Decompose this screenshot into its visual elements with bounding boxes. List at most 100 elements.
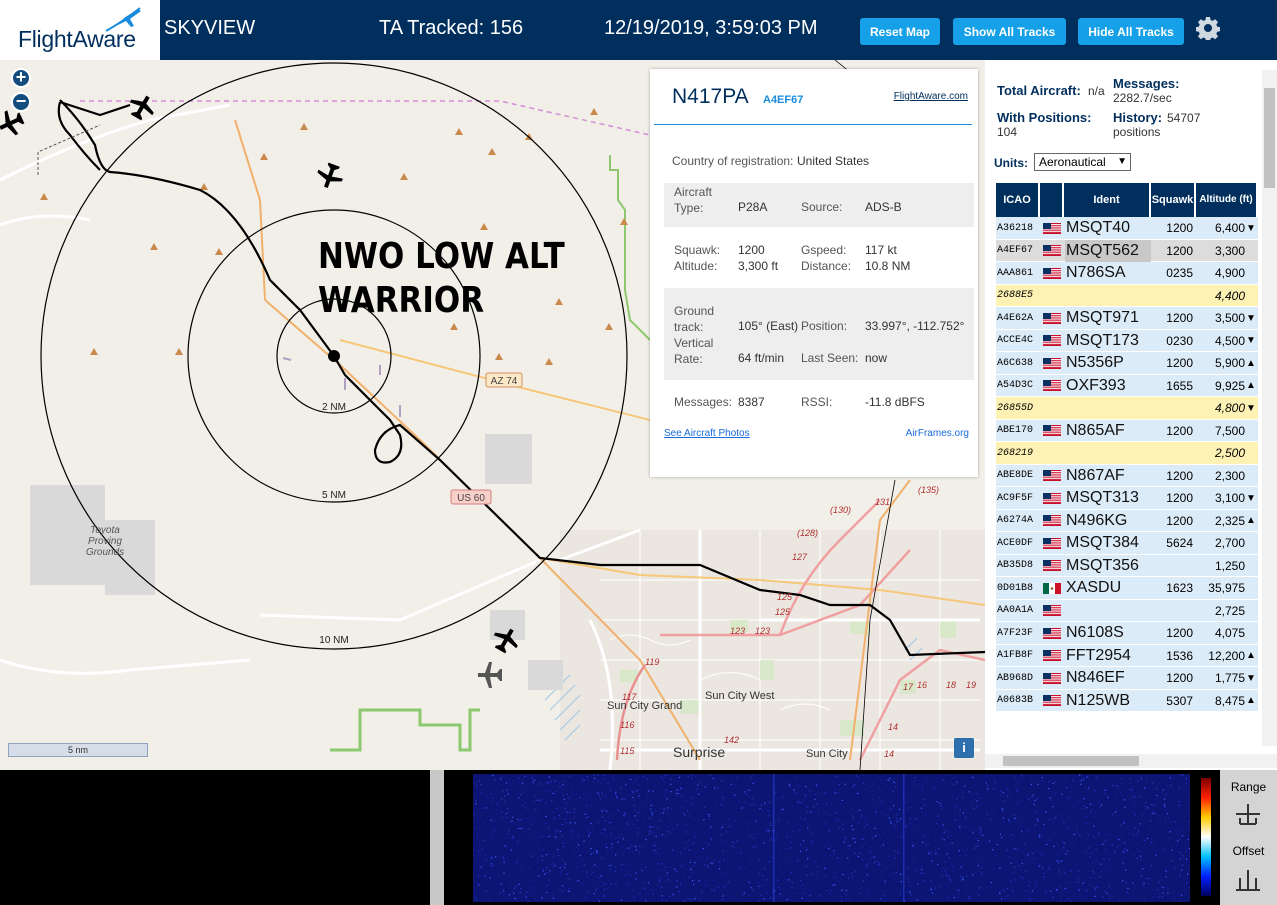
table-row[interactable]: A6C638 N5356P 1200 5,900 ▲ — [996, 352, 1258, 375]
gspeed-value: 117 kt — [865, 243, 897, 257]
cell-ident: N786SA — [1066, 264, 1126, 281]
col-header-altitude[interactable]: Altitude (ft) — [1196, 183, 1258, 217]
scrollbar-thumb[interactable] — [1003, 756, 1139, 766]
spectrum-waterfall-area: Range Offset — [0, 770, 1277, 905]
cell-squawk: 0230 — [1166, 333, 1193, 348]
panel-horizontal-scrollbar[interactable] — [985, 754, 1277, 768]
route-number: 117 — [622, 692, 637, 702]
col-header-icao[interactable]: ICAO — [996, 183, 1040, 217]
route-number: 127 — [792, 552, 808, 562]
cell-altitude: 2,725 — [1196, 600, 1258, 622]
range-slider-icon[interactable] — [1232, 800, 1264, 828]
table-row[interactable]: A54D3C OXF393 1655 9,925 ▲ — [996, 374, 1258, 397]
cell-ident: N6108S — [1066, 624, 1124, 641]
table-row[interactable]: A0683B N125WB 5307 8,475 ▲ — [996, 689, 1258, 712]
table-row[interactable]: AC9F5F MSQT313 1200 3,100 ▼ — [996, 487, 1258, 510]
cell-ident: FFT2954 — [1066, 646, 1131, 664]
col-header-ident[interactable]: Ident — [1064, 183, 1151, 217]
table-row[interactable]: 26855D 4,800 ▼ — [996, 397, 1258, 420]
show-all-tracks-button[interactable]: Show All Tracks — [953, 18, 1066, 45]
table-row[interactable]: A7F23F N6108S 1200 4,075 — [996, 622, 1258, 645]
table-row[interactable]: A4EF67 MSQT562 1200 3,300 — [996, 239, 1258, 262]
units-select[interactable]: Aeronautical ▼ — [1034, 153, 1131, 171]
altitude-value: 3,500 — [1214, 311, 1245, 325]
table-row[interactable]: 0D01B8 XASDU 1623 35,975 — [996, 577, 1258, 600]
table-row[interactable]: AA0A1A 2,725 — [996, 599, 1258, 622]
source-label: Source: — [801, 200, 843, 214]
info-icon[interactable]: i — [954, 738, 974, 758]
altitude-value: 2,725 — [1214, 603, 1245, 618]
col-header-squawk[interactable]: Squawk — [1151, 183, 1196, 217]
cell-ident: MSQT40 — [1066, 219, 1131, 236]
cell-altitude: 6,400 ▼ — [1196, 217, 1258, 239]
col-header-flag[interactable] — [1040, 183, 1064, 217]
cell-icao: A0683B — [997, 695, 1034, 706]
popup-registration: N417PA — [672, 85, 749, 108]
reset-map-button[interactable]: Reset Map — [860, 18, 940, 45]
table-row[interactable]: A4E62A MSQT971 1200 3,500 ▼ — [996, 307, 1258, 330]
distance-label: Distance: — [801, 259, 852, 273]
cell-icao: A36218 — [997, 222, 1034, 234]
cell-ident: N867AF — [1066, 466, 1125, 484]
route-number: 123 — [730, 626, 745, 636]
table-row[interactable]: A6274A N496KG 1200 2,325 ▲ — [996, 509, 1258, 532]
cell-altitude: 5,900 ▲ — [1196, 352, 1258, 374]
cell-ident: XASDU — [1066, 579, 1122, 596]
descending-arrow-icon: ▼ — [1246, 402, 1256, 414]
aircraft-list-panel: Total Aircraft: n/a Messages: 2282.7/sec… — [985, 60, 1277, 770]
panel-vertical-scrollbar[interactable] — [1262, 70, 1277, 746]
cell-icao: A6C638 — [997, 357, 1034, 369]
table-row[interactable]: ABE170 N865AF 1200 7,500 — [996, 419, 1258, 442]
messages-rate-label: Messages: — [1113, 76, 1180, 91]
table-row[interactable]: ACE0DF MSQT384 5624 2,700 — [996, 532, 1258, 555]
table-row[interactable]: AAA861 N786SA 0235 4,900 — [996, 262, 1258, 285]
cell-squawk: 1200 — [1166, 626, 1193, 640]
cell-icao: AA0A1A — [997, 605, 1034, 616]
cell-squawk: 1200 — [1166, 423, 1193, 438]
descending-arrow-icon: ▼ — [1246, 335, 1256, 346]
cell-icao: 268219 — [997, 447, 1034, 459]
scrollbar-thumb[interactable] — [1264, 88, 1275, 188]
altitude-value: 8,475 — [1214, 693, 1245, 708]
us-flag-icon — [1043, 695, 1061, 706]
waterfall-display[interactable] — [473, 774, 1190, 902]
table-row[interactable]: AB968D N846EF 1200 1,775 ▼ — [996, 667, 1258, 690]
route-number: 19 — [966, 680, 976, 690]
cell-squawk: 1200 — [1166, 513, 1193, 528]
cell-flag — [1041, 465, 1063, 487]
cell-squawk: 1655 — [1166, 378, 1193, 393]
flightaware-link[interactable]: FlightAware.com — [894, 91, 968, 102]
table-row[interactable]: ACCE4C MSQT173 0230 4,500 ▼ — [996, 329, 1258, 352]
zoom-in-button[interactable]: + — [11, 68, 31, 88]
offset-slider-icon[interactable] — [1232, 864, 1264, 894]
table-row[interactable]: A36218 MSQT40 1200 6,400 ▼ — [996, 217, 1258, 240]
range-label: Range — [1230, 780, 1267, 794]
altitude-value: 12,200 — [1208, 648, 1245, 663]
see-aircraft-photos-link[interactable]: See Aircraft Photos — [664, 428, 750, 439]
altitude-value: 3,300 — [1214, 243, 1245, 258]
hide-all-tracks-button[interactable]: Hide All Tracks — [1078, 18, 1184, 45]
cell-icao: ACCE4C — [997, 335, 1034, 346]
cell-ident: MSQT173 — [1066, 331, 1139, 349]
route-number: 142 — [724, 735, 739, 745]
history-label: History: — [1113, 110, 1163, 125]
cell-squawk — [1151, 555, 1196, 577]
table-row[interactable]: AB35D8 MSQT356 1,250 — [996, 554, 1258, 577]
cell-squawk — [1151, 442, 1196, 464]
altitude-value: 4,800 — [1214, 401, 1245, 415]
table-row[interactable]: 268219 2,500 — [996, 442, 1258, 465]
table-row[interactable]: 2688E5 4,400 — [996, 284, 1258, 307]
gear-icon[interactable] — [1196, 16, 1220, 40]
flightaware-logo[interactable]: FlightAware — [0, 0, 160, 60]
zoom-out-button[interactable]: − — [11, 92, 31, 112]
position-value: 33.997°, -112.752° — [865, 319, 965, 333]
waterfall-controls: Range Offset — [1220, 770, 1277, 905]
source-value: ADS-B — [865, 200, 902, 214]
table-row[interactable]: ABE8DE N867AF 1200 2,300 — [996, 464, 1258, 487]
climbing-arrow-icon: ▲ — [1246, 650, 1256, 661]
cell-icao: ABE170 — [997, 425, 1034, 436]
airframes-link[interactable]: AirFrames.org — [906, 428, 969, 439]
map-scale-bar: 5 nm — [8, 743, 148, 757]
table-row[interactable]: A1FB8F FFT2954 1536 12,200 ▲ — [996, 644, 1258, 667]
cell-altitude: 1,250 — [1196, 555, 1258, 577]
